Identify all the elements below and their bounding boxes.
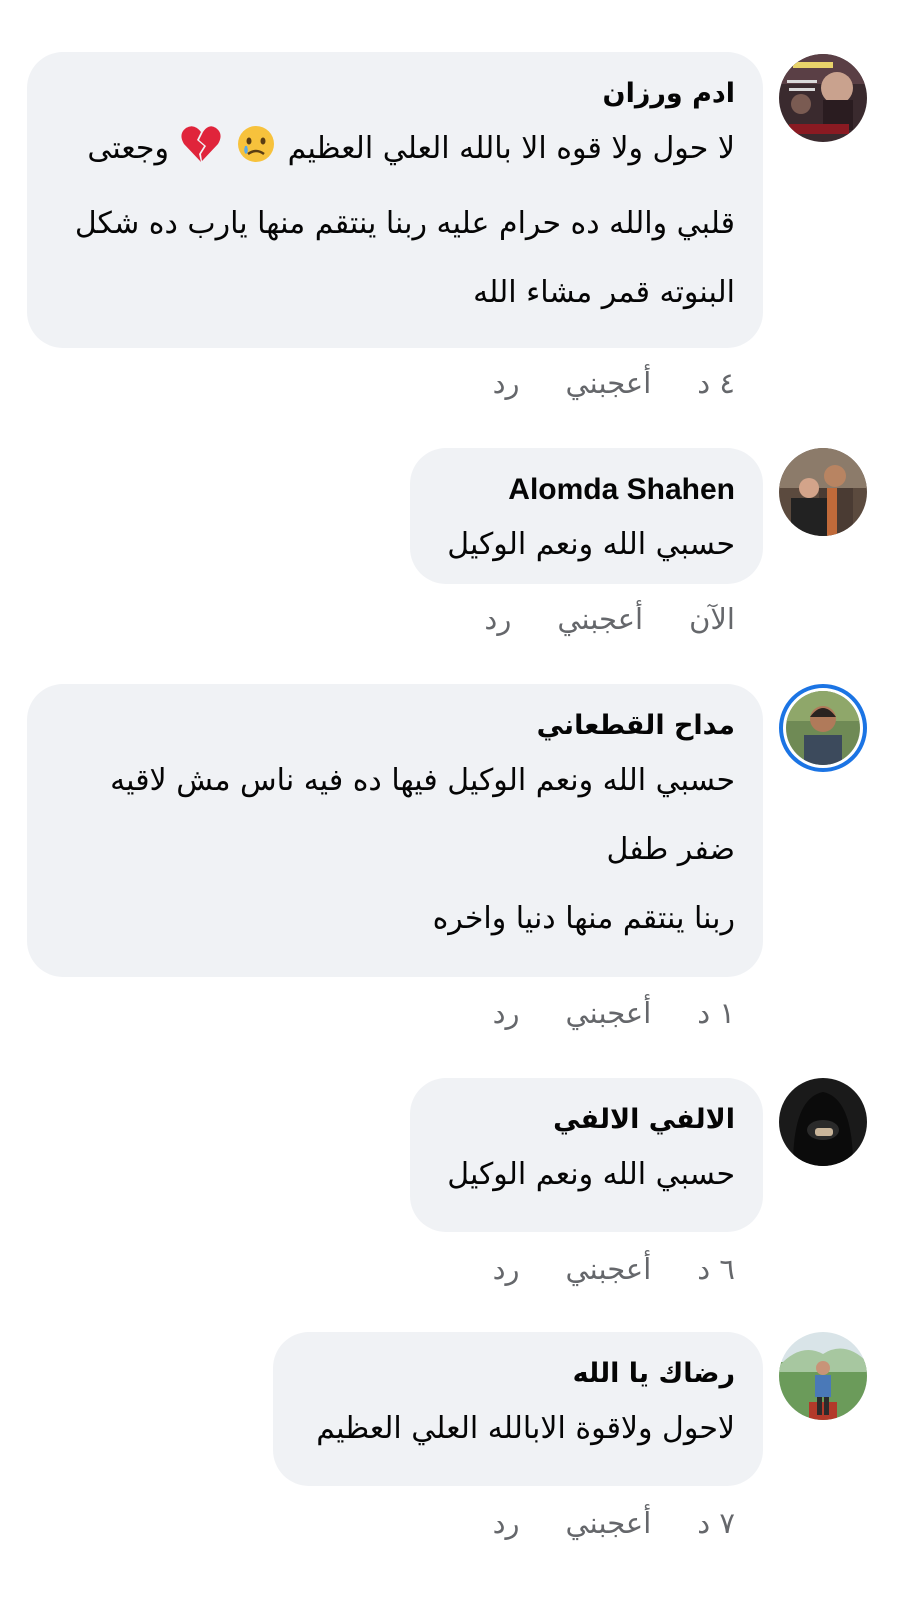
comment-actions: الآن أعجبني رد xyxy=(484,602,735,646)
reply-button[interactable]: رد xyxy=(484,602,511,636)
avatar-with-story[interactable] xyxy=(779,684,867,772)
like-button[interactable]: أعجبني xyxy=(566,1506,652,1540)
commenter-name[interactable]: مداح القطعاني xyxy=(55,706,735,746)
avatar[interactable] xyxy=(779,1332,867,1420)
comment-bubble[interactable]: مداح القطعاني حسبي الله ونعم الوكيل فيها… xyxy=(27,684,763,977)
commenter-name[interactable]: Alomda Shahen xyxy=(438,470,735,510)
comment-text-line: ربنا ينتقم منها دنيا واخره xyxy=(432,901,735,936)
avatar-hooded-figure xyxy=(779,1078,867,1166)
comment-text: وجعتى xyxy=(87,131,169,166)
comment-bubble[interactable]: الالفي الالفي حسبي الله ونعم الوكيل xyxy=(410,1078,763,1232)
like-button[interactable]: أعجبني xyxy=(557,602,643,636)
comment-time[interactable]: ٦ د xyxy=(697,1252,735,1286)
commenter-name[interactable]: رضاك يا الله xyxy=(301,1354,735,1394)
commenter-name[interactable]: الالفي الالفي xyxy=(438,1100,735,1140)
comment-text-line: ضفر طفل xyxy=(606,832,735,867)
comment-time[interactable]: ٤ د xyxy=(697,366,735,400)
comment-text: لا حول ولا قوه الا بالله العلي العظيم xyxy=(287,131,735,166)
like-button[interactable]: أعجبني xyxy=(566,366,652,400)
reply-button[interactable]: رد xyxy=(493,1252,520,1286)
avatar[interactable] xyxy=(779,448,867,536)
comment-time[interactable]: الآن xyxy=(689,602,735,636)
comment-text-line: حسبي الله ونعم الوكيل xyxy=(447,527,735,562)
comment-text-line: قلبي والله ده حرام عليه ربنا ينتقم منها … xyxy=(74,206,735,241)
like-button[interactable]: أعجبني xyxy=(566,996,652,1030)
broken-heart-icon xyxy=(180,120,222,189)
like-button[interactable]: أعجبني xyxy=(566,1252,652,1286)
avatar-man-photo xyxy=(786,691,860,765)
comment-actions: ١ د أعجبني رد xyxy=(493,996,735,1040)
comment-bubble[interactable]: رضاك يا الله لاحول ولاقوة الابالله العلي… xyxy=(273,1332,763,1486)
comment-text-line: البنوته قمر مشاء الله xyxy=(473,275,735,310)
comment-actions: ٦ د أعجبني رد xyxy=(493,1252,735,1296)
comment-text-line: حسبي الله ونعم الوكيل xyxy=(447,1157,735,1192)
reply-button[interactable]: رد xyxy=(493,1506,520,1540)
comment-text-line: حسبي الله ونعم الوكيل فيها ده فيه ناس مش… xyxy=(110,763,735,798)
reply-button[interactable]: رد xyxy=(493,366,520,400)
avatar-garden-photo xyxy=(779,1332,867,1420)
comment-text-line: لا حول ولا قوه الا بالله العلي العظيم وج… xyxy=(55,114,735,189)
avatar-collage-image xyxy=(779,54,867,142)
comment-bubble[interactable]: ادم ورزان لا حول ولا قوه الا بالله العلي… xyxy=(27,52,763,348)
comment-actions: ٤ د أعجبني رد xyxy=(493,366,735,410)
avatar[interactable] xyxy=(779,54,867,142)
comment-text-line: لاحول ولاقوة الابالله العلي العظيم xyxy=(316,1411,735,1446)
comment-time[interactable]: ١ د xyxy=(697,996,735,1030)
comment-bubble[interactable]: Alomda Shahen حسبي الله ونعم الوكيل xyxy=(410,448,763,584)
avatar[interactable] xyxy=(779,1078,867,1166)
commenter-name[interactable]: ادم ورزان xyxy=(55,74,735,114)
reply-button[interactable]: رد xyxy=(493,996,520,1030)
sad-tear-face-icon xyxy=(236,120,276,189)
comment-actions: ٧ د أعجبني رد xyxy=(493,1506,735,1550)
comment-time[interactable]: ٧ د xyxy=(697,1506,735,1540)
avatar-couple-photo xyxy=(779,448,867,536)
